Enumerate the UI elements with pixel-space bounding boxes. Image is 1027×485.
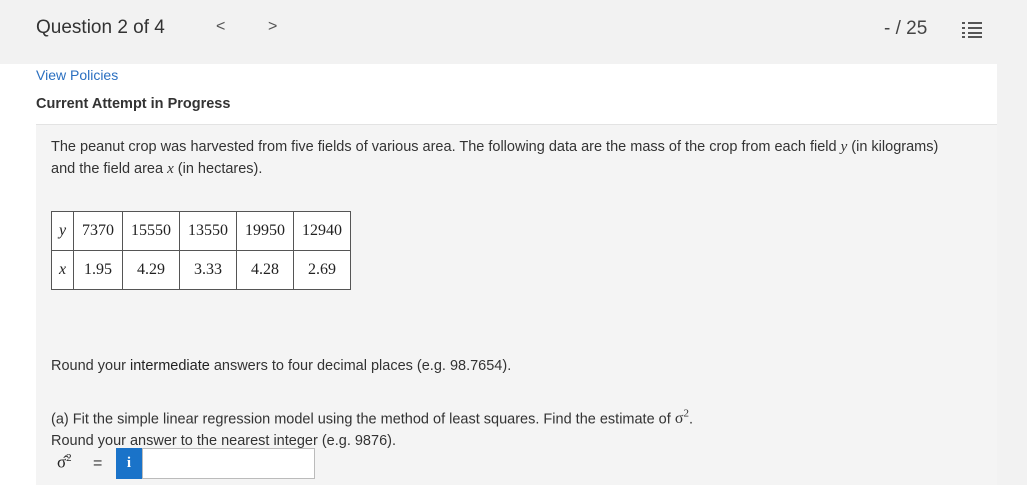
table-row-y: y 7370 15550 13550 19950 12940 xyxy=(51,211,351,251)
score-display: - / 25 xyxy=(884,18,928,39)
round-prefix: Round your xyxy=(51,358,130,374)
info-button[interactable]: i xyxy=(116,448,142,479)
table-cell: 4.29 xyxy=(122,250,180,290)
part-a-period: . xyxy=(688,411,693,428)
table-row-x: x 1.95 4.29 3.33 4.28 2.69 xyxy=(51,250,351,290)
part-a-question: (a) Fit the simple linear regression mod… xyxy=(51,403,951,430)
question-list-icon[interactable] xyxy=(962,21,982,39)
variable-x: x xyxy=(167,161,174,177)
row-header-y: y xyxy=(51,211,74,251)
table-cell: 19950 xyxy=(236,211,294,251)
table-cell: 15550 xyxy=(122,211,180,251)
equals-sign: = xyxy=(93,455,103,472)
table-cell: 1.95 xyxy=(73,250,123,290)
problem-text-3: (in hectares). xyxy=(173,161,263,177)
answer-label: σ̂2 xyxy=(57,452,72,472)
previous-question-button[interactable]: < xyxy=(216,18,225,36)
question-header: Question 2 of 4 < > - / 25 xyxy=(0,0,1027,58)
view-policies-link[interactable]: View Policies xyxy=(36,67,118,83)
row-header-x: x xyxy=(51,250,74,290)
table-cell: 3.33 xyxy=(179,250,237,290)
part-a-prompt: (a) Fit the simple linear regression mod… xyxy=(51,403,951,452)
round-highlight: intermediate xyxy=(130,358,210,374)
table-cell: 7370 xyxy=(73,211,123,251)
question-title: Question 2 of 4 xyxy=(36,17,165,38)
sigma-symbol: σ2 xyxy=(674,408,689,428)
table-cell: 13550 xyxy=(179,211,237,251)
data-table: y 7370 15550 13550 19950 12940 x 1.95 4.… xyxy=(51,211,351,290)
answer-input[interactable] xyxy=(142,448,315,479)
rounding-instruction: Round your intermediate answers to four … xyxy=(51,358,511,374)
table-cell: 12940 xyxy=(293,211,351,251)
attempt-status: Current Attempt in Progress xyxy=(36,96,231,112)
problem-statement: The peanut crop was harvested from five … xyxy=(51,136,951,180)
round-suffix: answers to four decimal places (e.g. 98.… xyxy=(209,358,512,374)
table-cell: 4.28 xyxy=(236,250,294,290)
table-cell: 2.69 xyxy=(293,250,351,290)
problem-text-1: The peanut crop was harvested from five … xyxy=(51,139,841,155)
next-question-button[interactable]: > xyxy=(268,18,277,36)
part-a-text: (a) Fit the simple linear regression mod… xyxy=(51,411,675,428)
